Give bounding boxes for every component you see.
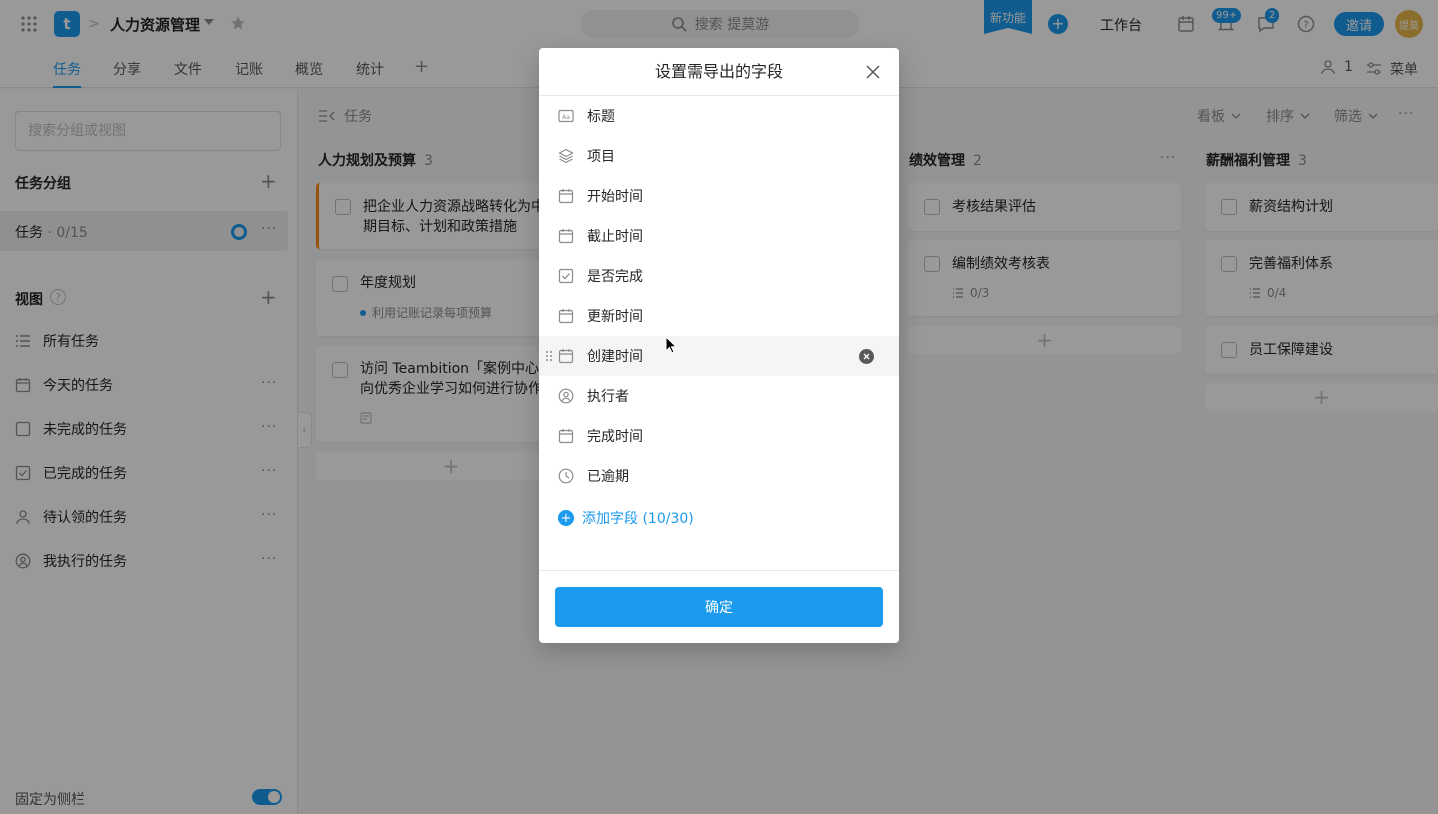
dialog-footer-divider [539, 570, 899, 571]
export-field-row[interactable]: 执行者 [539, 376, 899, 416]
field-label: 执行者 [587, 389, 629, 405]
export-field-row[interactable]: 已逾期 [539, 456, 899, 496]
calendar-icon [558, 349, 574, 364]
field-label: 完成时间 [587, 429, 643, 445]
field-label: 截止时间 [587, 229, 643, 245]
field-label: 标题 [587, 109, 615, 125]
dialog-title: 设置需导出的字段 [539, 48, 899, 96]
export-field-row[interactable]: 截止时间 [539, 216, 899, 256]
field-label: 是否完成 [587, 269, 643, 285]
add-field-button[interactable]: + 添加字段 (10/30) [558, 508, 694, 528]
field-label: 创建时间 [587, 349, 643, 365]
calendar-icon [558, 429, 574, 444]
field-label: 开始时间 [587, 189, 643, 205]
remove-field-button[interactable] [859, 349, 874, 364]
text-field-icon: Aa [558, 109, 574, 123]
export-field-row-hovered[interactable]: 创建时间 [539, 336, 899, 376]
clock-icon [558, 468, 574, 484]
add-field-label: 添加字段 (10/30) [582, 511, 694, 527]
close-icon [863, 353, 870, 360]
calendar-icon [558, 309, 574, 324]
user-icon [558, 388, 574, 404]
export-field-row[interactable]: 更新时间 [539, 296, 899, 336]
export-field-row[interactable]: 项目 [539, 136, 899, 176]
field-label: 项目 [587, 149, 615, 165]
calendar-icon [558, 189, 574, 204]
export-field-row[interactable]: Aa 标题 [539, 96, 899, 136]
mouse-cursor-icon [665, 336, 677, 354]
field-label: 已逾期 [587, 469, 629, 485]
export-field-row[interactable]: 开始时间 [539, 176, 899, 216]
plus-circle-icon: + [558, 510, 574, 526]
export-field-row[interactable]: 完成时间 [539, 416, 899, 456]
svg-text:Aa: Aa [562, 114, 570, 121]
confirm-button[interactable]: 确定 [555, 587, 883, 627]
field-label: 更新时间 [587, 309, 643, 325]
export-field-row[interactable]: 是否完成 [539, 256, 899, 296]
drag-handle-icon[interactable] [545, 350, 553, 362]
calendar-icon [558, 229, 574, 244]
checkbox-icon [558, 268, 574, 284]
export-fields-dialog: 设置需导出的字段 Aa 标题 项目 开始时间 截止时间 是否完成 更新时间 创建… [539, 48, 899, 643]
layers-icon [558, 148, 574, 164]
close-icon[interactable] [865, 64, 881, 80]
